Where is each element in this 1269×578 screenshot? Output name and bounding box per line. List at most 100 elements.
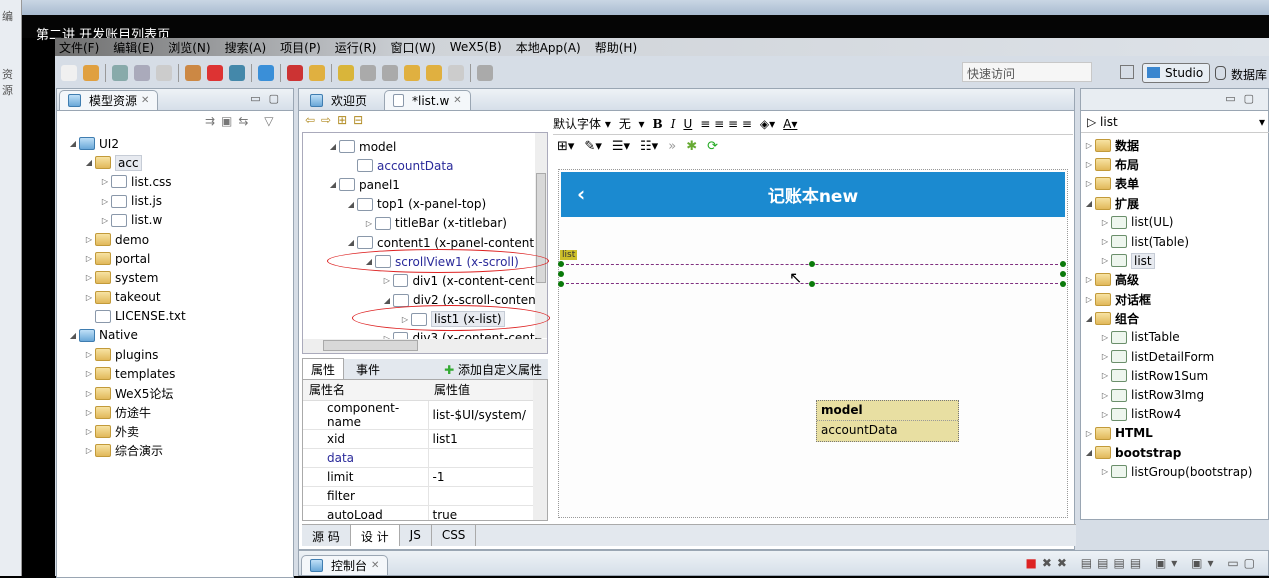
- toolbar-button-icon[interactable]: [287, 65, 303, 81]
- tree-item[interactable]: ▷ 表单: [1083, 174, 1268, 193]
- toolbar-button-icon[interactable]: [258, 65, 274, 81]
- collapsed-icon[interactable]: ▷: [83, 350, 95, 359]
- collapsed-icon[interactable]: ▷: [83, 293, 95, 302]
- toolbar-button-icon[interactable]: [309, 65, 325, 81]
- add-custom-property-button[interactable]: ✚ 添加自定义属性: [444, 361, 548, 378]
- palette-filter[interactable]: ▷ list ▾: [1081, 113, 1269, 133]
- menu-item[interactable]: 运行(R): [335, 39, 377, 56]
- tree-item[interactable]: ▷ list.css: [67, 172, 287, 191]
- collapsed-icon[interactable]: ▷: [83, 235, 95, 244]
- tree-item[interactable]: ▷ 对话框: [1083, 290, 1268, 309]
- menu-item[interactable]: 编辑(E): [113, 39, 154, 56]
- tab-css[interactable]: CSS: [432, 525, 477, 546]
- tree-item[interactable]: ▷ portal: [67, 249, 287, 268]
- collapsed-icon[interactable]: ▷: [1099, 237, 1111, 246]
- tree-item[interactable]: ▷ HTML: [1083, 424, 1268, 443]
- tree-item[interactable]: ▷ demo: [67, 230, 287, 249]
- toolbar-button-icon[interactable]: [360, 65, 376, 81]
- tree-item[interactable]: ▷ div1 (x-content-cente: [327, 271, 542, 290]
- font-color-icon[interactable]: A▾: [783, 117, 797, 131]
- property-row[interactable]: limit -1: [303, 467, 547, 487]
- tab-properties[interactable]: 属性: [302, 358, 345, 380]
- tree-item[interactable]: ▷ listRow4: [1083, 405, 1268, 424]
- list-component-selection[interactable]: [558, 261, 1066, 287]
- menu-item[interactable]: 帮助(H): [595, 39, 637, 56]
- expanded-icon[interactable]: ◢: [1083, 199, 1095, 208]
- tab-events[interactable]: 事件: [344, 359, 392, 380]
- collapsed-icon[interactable]: ▷: [99, 216, 111, 225]
- collapsed-icon[interactable]: ▷: [83, 389, 95, 398]
- tree-item[interactable]: ▷ 外卖: [67, 422, 287, 441]
- size-select[interactable]: 无 ▾: [619, 115, 645, 132]
- tree-item[interactable]: ▷ WeX5论坛: [67, 383, 287, 402]
- collapsed-icon[interactable]: ▷: [83, 408, 95, 417]
- toolbar-button-icon[interactable]: [426, 65, 442, 81]
- menu-item[interactable]: 本地App(A): [516, 39, 581, 56]
- toolbar-button-icon[interactable]: [448, 65, 464, 81]
- chevron-down-icon[interactable]: ▾: [1259, 115, 1265, 129]
- collapsed-icon[interactable]: ▷: [1083, 429, 1095, 438]
- collapsed-icon[interactable]: ▷: [1099, 256, 1111, 265]
- tree-item[interactable]: ▷ list(UL): [1083, 213, 1268, 232]
- debug-icon[interactable]: ✱: [686, 139, 697, 154]
- toolbar-button-icon[interactable]: [382, 65, 398, 81]
- tree-item[interactable]: ◢ 组合: [1083, 309, 1268, 328]
- tab-design[interactable]: 设 计: [350, 525, 400, 546]
- more-icon[interactable]: »: [668, 139, 676, 154]
- studio-perspective-button[interactable]: Studio: [1142, 63, 1210, 83]
- toolbar-button-icon[interactable]: [134, 65, 150, 81]
- property-value[interactable]: -1: [427, 467, 547, 487]
- toolbar-button-icon[interactable]: [156, 65, 172, 81]
- expanded-icon[interactable]: ◢: [345, 200, 357, 209]
- toolbar-button-icon[interactable]: [112, 65, 128, 81]
- tab-list-w[interactable]: *list.w ✕: [384, 90, 471, 110]
- line-style-icon[interactable]: ☰▾: [612, 139, 630, 154]
- tree-item[interactable]: ◢ Native: [67, 326, 287, 345]
- dash-style-icon[interactable]: ☷▾: [640, 139, 658, 154]
- close-icon[interactable]: ✕: [371, 560, 379, 571]
- property-row[interactable]: filter: [303, 486, 547, 506]
- align-buttons[interactable]: ≡ ≡ ≡ ≡: [700, 117, 752, 131]
- property-value[interactable]: [427, 486, 547, 506]
- collapsed-icon[interactable]: ▷: [1099, 352, 1111, 361]
- collapsed-icon[interactable]: ▷: [1099, 467, 1111, 476]
- expanded-icon[interactable]: ◢: [83, 158, 95, 167]
- toolbar-button-icon[interactable]: [229, 65, 245, 81]
- italic-button[interactable]: I: [671, 117, 676, 131]
- collapsed-icon[interactable]: ▷: [1099, 391, 1111, 400]
- toolbar-button-icon[interactable]: [185, 65, 201, 81]
- property-row[interactable]: xid list1: [303, 429, 547, 449]
- collapsed-icon[interactable]: ▷: [381, 276, 393, 285]
- tab-source[interactable]: 源 码: [302, 525, 351, 546]
- collapsed-icon[interactable]: ▷: [1099, 371, 1111, 380]
- property-row[interactable]: autoLoad true: [303, 505, 547, 520]
- collapsed-icon[interactable]: ▷: [1099, 333, 1111, 342]
- design-canvas[interactable]: ‹ 记账本new list ↖ model accountData: [558, 169, 1068, 518]
- toolbar-button-icon[interactable]: [477, 65, 493, 81]
- outline-nav-icons[interactable]: ⇦⇨⊞⊟: [305, 113, 369, 127]
- collapsed-icon[interactable]: ▷: [1083, 295, 1095, 304]
- property-row[interactable]: component-name list-$UI/system/: [303, 400, 547, 430]
- menu-item[interactable]: 文件(F): [59, 39, 99, 56]
- tree-item[interactable]: ▷ listGroup(bootstrap): [1083, 462, 1268, 481]
- tree-item[interactable]: ▷ titleBar (x-titlebar): [327, 214, 542, 233]
- tree-item[interactable]: accountData: [327, 156, 542, 175]
- collapsed-icon[interactable]: ▷: [83, 427, 95, 436]
- menu-item[interactable]: 窗口(W): [390, 39, 435, 56]
- tree-item[interactable]: ▷ list.w: [67, 211, 287, 230]
- menu-item[interactable]: 搜索(A): [225, 39, 267, 56]
- menu-item[interactable]: 项目(P): [280, 39, 321, 56]
- tree-item[interactable]: ▷ templates: [67, 364, 287, 383]
- tab-model-resources[interactable]: 模型资源 ✕: [59, 90, 159, 110]
- property-value[interactable]: list1: [427, 429, 547, 449]
- collapsed-icon[interactable]: ▷: [1099, 218, 1111, 227]
- collapsed-icon[interactable]: ▷: [83, 273, 95, 282]
- toolbar-button-icon[interactable]: [404, 65, 420, 81]
- fill-color-icon[interactable]: ◈▾: [760, 117, 775, 131]
- quick-access-input[interactable]: 快速访问: [962, 62, 1092, 82]
- tree-item[interactable]: ▷ plugins: [67, 345, 287, 364]
- toolbar-button-icon[interactable]: [338, 65, 354, 81]
- collapsed-icon[interactable]: ▷: [1083, 141, 1095, 150]
- collapsed-icon[interactable]: ▷: [83, 254, 95, 263]
- toolbar-button-icon[interactable]: [207, 65, 223, 81]
